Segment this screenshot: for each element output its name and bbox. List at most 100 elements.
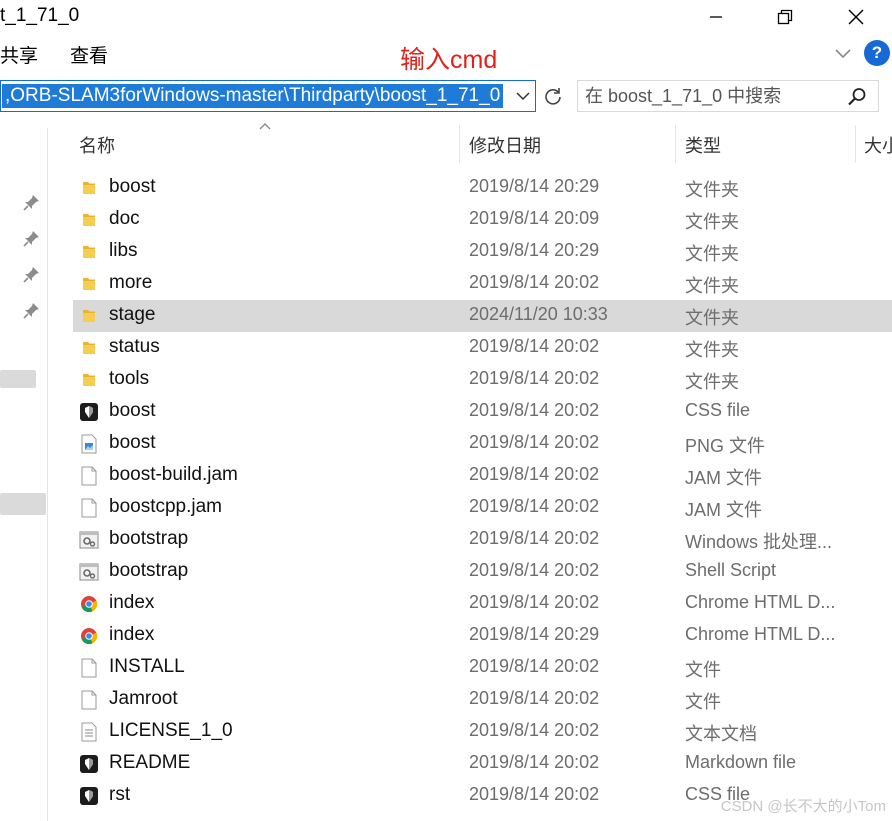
file-modified-date: 2019/8/14 20:09 [469, 208, 600, 228]
file-name[interactable]: status [109, 336, 160, 358]
file-modified-date: 2019/8/14 20:02 [469, 400, 600, 420]
file-modified-date: 2019/8/14 20:02 [469, 656, 600, 676]
file-type: PNG 文件 [685, 436, 766, 456]
file-type: Markdown file [685, 752, 797, 772]
file-name[interactable]: tools [109, 368, 149, 390]
file-name[interactable]: doc [109, 208, 140, 230]
css-file-icon [79, 754, 99, 774]
file-row[interactable]: more 2019/8/14 20:02 文件夹 [73, 268, 892, 300]
folder-icon [79, 370, 99, 390]
file-type: 文件 [685, 692, 721, 712]
file-name[interactable]: boost [109, 400, 155, 422]
folder-icon [79, 210, 99, 230]
png-file-icon [79, 434, 99, 454]
file-name[interactable]: README [109, 752, 190, 774]
file-modified-date: 2019/8/14 20:02 [469, 368, 600, 388]
file-type: Chrome HTML D... [685, 624, 836, 644]
file-row[interactable]: tools 2019/8/14 20:02 文件夹 [73, 364, 892, 396]
file-row[interactable]: bootstrap 2019/8/14 20:02 Windows 批处理... [73, 524, 892, 556]
file-type: 文本文档 [685, 724, 757, 744]
file-type: 文件夹 [685, 180, 739, 200]
file-type: Windows 批处理... [685, 532, 833, 552]
file-modified-date: 2019/8/14 20:02 [469, 528, 600, 548]
folder-icon [79, 306, 99, 326]
batch-file-icon [79, 530, 99, 550]
file-type: JAM 文件 [685, 500, 763, 520]
file-name[interactable]: Jamroot [109, 688, 178, 710]
file-row[interactable]: index 2019/8/14 20:29 Chrome HTML D... [73, 620, 892, 652]
chrome-icon [79, 594, 99, 614]
file-type: Shell Script [685, 560, 777, 580]
file-type: 文件夹 [685, 372, 739, 392]
file-modified-date: 2019/8/14 20:29 [469, 240, 600, 260]
file-modified-date: 2024/11/20 10:33 [469, 304, 608, 324]
file-modified-date: 2019/8/14 20:02 [469, 720, 600, 740]
file-row[interactable]: boost 2019/8/14 20:02 PNG 文件 [73, 428, 892, 460]
file-modified-date: 2019/8/14 20:02 [469, 272, 600, 292]
file-type: 文件夹 [685, 308, 739, 328]
file-row[interactable]: stage 2024/11/20 10:33 文件夹 [73, 300, 892, 332]
file-name[interactable]: LICENSE_1_0 [109, 720, 233, 742]
file-name[interactable]: INSTALL [109, 656, 185, 678]
file-modified-date: 2019/8/14 20:02 [469, 432, 600, 452]
file-modified-date: 2019/8/14 20:02 [469, 688, 600, 708]
blank-file-icon [79, 498, 99, 518]
file-modified-date: 2019/8/14 20:02 [469, 592, 600, 612]
file-name[interactable]: stage [109, 304, 155, 326]
file-row[interactable]: status 2019/8/14 20:02 文件夹 [73, 332, 892, 364]
text-file-icon [79, 722, 99, 742]
folder-icon [79, 178, 99, 198]
file-type: 文件 [685, 660, 721, 680]
file-modified-date: 2019/8/14 20:29 [469, 624, 600, 644]
file-row[interactable]: README 2019/8/14 20:02 Markdown file [73, 748, 892, 780]
file-type: JAM 文件 [685, 468, 763, 488]
file-name[interactable]: boost [109, 432, 155, 454]
file-row[interactable]: libs 2019/8/14 20:29 文件夹 [73, 236, 892, 268]
file-row[interactable]: doc 2019/8/14 20:09 文件夹 [73, 204, 892, 236]
file-modified-date: 2019/8/14 20:02 [469, 464, 600, 484]
file-type: 文件夹 [685, 244, 739, 264]
file-row[interactable]: bootstrap 2019/8/14 20:02 Shell Script [73, 556, 892, 588]
file-type: 文件夹 [685, 276, 739, 296]
file-row[interactable]: boost 2019/8/14 20:02 CSS file [73, 396, 892, 428]
file-name[interactable]: libs [109, 240, 138, 262]
file-modified-date: 2019/8/14 20:02 [469, 752, 600, 772]
file-name[interactable]: more [109, 272, 152, 294]
file-modified-date: 2019/8/14 20:02 [469, 336, 600, 356]
file-row[interactable]: boost-build.jam 2019/8/14 20:02 JAM 文件 [73, 460, 892, 492]
file-row[interactable]: boost 2019/8/14 20:29 文件夹 [73, 172, 892, 204]
watermark: CSDN @长不大的小Tom [720, 798, 886, 815]
blank-file-icon [79, 690, 99, 710]
file-row[interactable]: LICENSE_1_0 2019/8/14 20:02 文本文档 [73, 716, 892, 748]
file-name[interactable]: index [109, 592, 154, 614]
file-type: 文件夹 [685, 212, 739, 232]
file-list: boost 2019/8/14 20:29 文件夹 doc 2019/8/14 20:0… [0, 0, 892, 821]
batch-file-icon [79, 562, 99, 582]
folder-icon [79, 274, 99, 294]
file-type: Chrome HTML D... [685, 592, 836, 612]
file-name[interactable]: rst [109, 784, 130, 806]
file-modified-date: 2019/8/14 20:02 [469, 496, 600, 516]
file-name[interactable]: index [109, 624, 154, 646]
file-type: CSS file [685, 400, 751, 420]
css-file-icon [79, 786, 99, 806]
blank-file-icon [79, 658, 99, 678]
css-file-icon [79, 402, 99, 422]
folder-icon [79, 338, 99, 358]
file-modified-date: 2019/8/14 20:29 [469, 176, 600, 196]
file-row[interactable]: boostcpp.jam 2019/8/14 20:02 JAM 文件 [73, 492, 892, 524]
blank-file-icon [79, 466, 99, 486]
file-name[interactable]: bootstrap [109, 528, 188, 550]
file-name[interactable]: bootstrap [109, 560, 188, 582]
file-row[interactable]: INSTALL 2019/8/14 20:02 文件 [73, 652, 892, 684]
file-type: 文件夹 [685, 340, 739, 360]
folder-icon [79, 242, 99, 262]
file-row[interactable]: Jamroot 2019/8/14 20:02 文件 [73, 684, 892, 716]
file-row[interactable]: index 2019/8/14 20:02 Chrome HTML D... [73, 588, 892, 620]
file-modified-date: 2019/8/14 20:02 [469, 784, 600, 804]
file-name[interactable]: boost [109, 176, 155, 198]
file-modified-date: 2019/8/14 20:02 [469, 560, 600, 580]
chrome-icon [79, 626, 99, 646]
file-name[interactable]: boost-build.jam [109, 464, 238, 486]
file-name[interactable]: boostcpp.jam [109, 496, 222, 518]
